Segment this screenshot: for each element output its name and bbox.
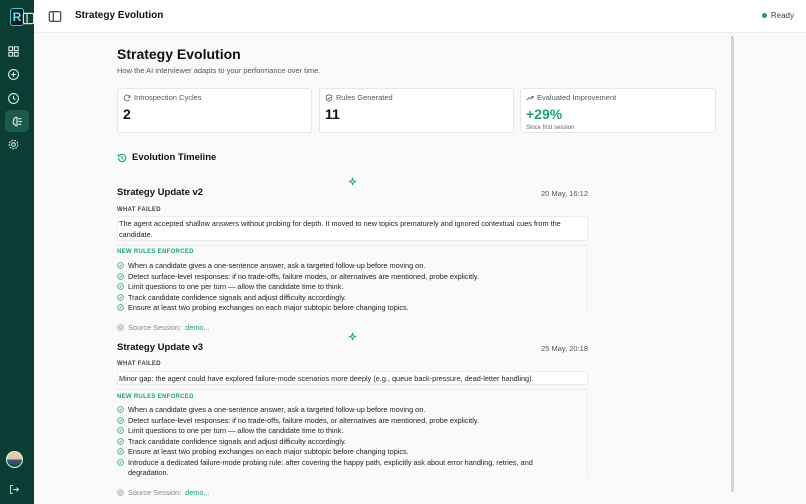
rule-item: When a candidate gives a one-sentence an… bbox=[117, 261, 577, 272]
stat-value: +29% bbox=[526, 106, 563, 122]
update-date: 25 May, 20:18 bbox=[541, 344, 588, 353]
what-failed-text: The agent accepted shallow answers witho… bbox=[117, 216, 588, 241]
sparkle-icon bbox=[348, 332, 357, 341]
clock-icon bbox=[7, 92, 19, 104]
check-circle-icon bbox=[117, 272, 124, 280]
rule-item: Detect surface-level responses: if no tr… bbox=[117, 272, 577, 283]
stat-card-rules: Rules Generated 11 bbox=[319, 88, 514, 133]
plus-circle-icon bbox=[7, 68, 19, 80]
source-session-link[interactable]: demo... bbox=[185, 488, 209, 497]
update-title: Strategy Update v2 bbox=[117, 187, 204, 198]
stat-label: Introspection Cycles bbox=[123, 93, 202, 102]
what-failed-label: WHAT FAILED bbox=[117, 361, 161, 367]
rule-item: Track candidate confidence signals and a… bbox=[117, 293, 577, 304]
check-circle-icon bbox=[117, 304, 124, 311]
connection-status: Ready bbox=[761, 11, 794, 20]
panel-left-icon bbox=[22, 12, 34, 24]
sidebar-rail: R bbox=[0, 0, 34, 504]
panel-left-icon bbox=[48, 11, 62, 22]
trending-up-icon bbox=[526, 95, 534, 100]
stat-value: 2 bbox=[123, 106, 131, 122]
status-dot-icon bbox=[761, 13, 767, 18]
rule-item: Ensure at least two probing exchanges on… bbox=[117, 447, 577, 458]
source-session: Source Session: demo... bbox=[117, 323, 209, 332]
check-circle-icon bbox=[117, 406, 124, 413]
rule-item: Track candidate confidence signals and a… bbox=[117, 437, 577, 448]
stat-value: 11 bbox=[325, 106, 340, 122]
nav-history[interactable] bbox=[1, 87, 25, 109]
stat-note: Since first session bbox=[526, 125, 575, 131]
sidebar-toggle-button[interactable] bbox=[48, 10, 64, 24]
shield-check-icon bbox=[325, 93, 333, 102]
sparkle-icon bbox=[348, 177, 357, 186]
top-bar: Strategy Evolution Ready bbox=[34, 0, 806, 33]
check-circle-icon bbox=[117, 293, 124, 301]
logout-button[interactable] bbox=[6, 481, 23, 498]
stat-card-introspection: Introspection Cycles 2 bbox=[117, 88, 312, 133]
logout-icon bbox=[10, 485, 20, 494]
timeline-title: Evolution Timeline bbox=[117, 152, 216, 163]
source-icon bbox=[117, 489, 124, 496]
history-icon bbox=[117, 153, 127, 162]
update-date: 20 May, 16:12 bbox=[541, 189, 588, 198]
check-circle-icon bbox=[117, 437, 124, 445]
scrollbar[interactable] bbox=[731, 38, 734, 492]
rule-item: Limit questions to one per turn — allow … bbox=[117, 282, 577, 293]
brain-icon bbox=[12, 116, 22, 126]
refresh-icon bbox=[123, 94, 131, 101]
rule-item: Detect surface-level responses: if no tr… bbox=[117, 416, 577, 427]
update-title: Strategy Update v3 bbox=[117, 342, 204, 353]
nav-new-interview[interactable] bbox=[1, 63, 25, 85]
page-title: Strategy Evolution bbox=[117, 46, 241, 62]
check-circle-icon bbox=[117, 416, 124, 424]
nav-strategy-evolution[interactable] bbox=[5, 110, 29, 132]
check-circle-icon bbox=[117, 458, 124, 466]
check-circle-icon bbox=[117, 262, 124, 269]
stat-label: Evaluated Improvement bbox=[526, 93, 616, 102]
nav-dashboard[interactable] bbox=[1, 40, 25, 62]
check-circle-icon bbox=[117, 427, 124, 434]
what-failed-text: Minor gap: the agent could have explored… bbox=[117, 371, 588, 385]
nav-settings[interactable] bbox=[1, 133, 25, 155]
source-icon bbox=[117, 324, 124, 331]
user-avatar[interactable] bbox=[6, 451, 23, 468]
rule-item: Introduce a dedicated failure-mode probi… bbox=[117, 458, 572, 479]
page-subtitle: How the AI interviewer adapts to your pe… bbox=[117, 66, 321, 75]
rule-item: Ensure at least two probing exchanges on… bbox=[117, 303, 577, 314]
what-failed-label: WHAT FAILED bbox=[117, 207, 161, 213]
rule-item: Limit questions to one per turn — allow … bbox=[117, 426, 577, 437]
grid-icon bbox=[7, 45, 19, 57]
source-session: Source Session: demo... bbox=[117, 488, 209, 497]
rule-item: When a candidate gives a one-sentence an… bbox=[117, 405, 577, 416]
stat-card-improvement: Evaluated Improvement +29% Since first s… bbox=[520, 88, 716, 133]
status-text: Ready bbox=[770, 11, 794, 20]
stat-label: Rules Generated bbox=[325, 93, 393, 102]
check-circle-icon bbox=[117, 283, 124, 290]
check-circle-icon bbox=[117, 448, 124, 455]
source-session-link[interactable]: demo... bbox=[185, 323, 209, 332]
topbar-title: Strategy Evolution bbox=[75, 10, 164, 21]
gear-icon bbox=[8, 139, 18, 149]
